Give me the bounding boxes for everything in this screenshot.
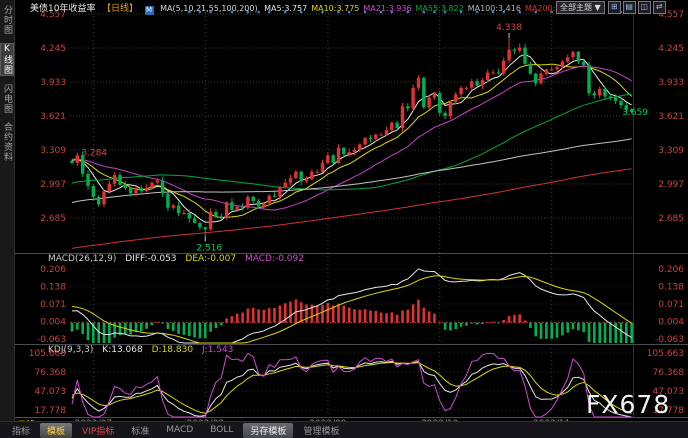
svg-text:3.309: 3.309 — [40, 146, 66, 156]
kdj-panel — [72, 353, 632, 417]
charting-app-window: 4.5574.5574.2454.2453.9333.9333.6213.621… — [0, 0, 688, 438]
tab-管理模板[interactable]: 管理模板 — [296, 423, 346, 438]
candlesticks — [70, 38, 633, 237]
kdj-j: J:1.543 — [202, 345, 233, 355]
macd-dea: DEA:-0.007 — [185, 254, 236, 264]
svg-text:3.621: 3.621 — [658, 112, 684, 122]
ma-group-label: MA(5,10,21,55,100,200) — [160, 4, 258, 13]
split-grid-icon[interactable]: ⊞ — [608, 1, 621, 14]
svg-text:3.933: 3.933 — [40, 78, 66, 88]
ma-value: MA21:3.936 — [363, 4, 411, 13]
macd-panel — [71, 269, 633, 343]
svg-text:2.997: 2.997 — [40, 180, 66, 190]
svg-text:0.138: 0.138 — [40, 283, 66, 293]
chart-type-sidebar: 分时图 K线图闪电图合约资料 — [0, 0, 15, 422]
sidebar-item-K线图[interactable]: K线图 — [0, 43, 14, 76]
sidebar-item-闪电图[interactable]: 闪电图 — [1, 84, 13, 114]
kdj-d: D:18.830 — [152, 345, 193, 355]
indicator-tab-bar: 指标模板VIP指标标准MACDBOLL另存模板管理模板 — [0, 421, 688, 438]
header-controls: 全部主题 ▼ ⊞▤◫⇄ — [556, 1, 666, 14]
tab-指标[interactable]: 指标 — [5, 423, 37, 438]
ma-value: MA100:3.416 — [468, 4, 521, 13]
svg-text:0.206: 0.206 — [658, 265, 684, 275]
kdj-name: KDJ(9,3,3) — [48, 345, 93, 355]
svg-text:2.516: 2.516 — [196, 243, 222, 253]
tab-另存模板[interactable]: 另存模板 — [243, 423, 293, 438]
svg-text:2.685: 2.685 — [658, 214, 684, 224]
macd-diff: DIFF:-0.053 — [125, 254, 176, 264]
svg-text:3.621: 3.621 — [40, 112, 66, 122]
svg-text:-0.063: -0.063 — [655, 335, 684, 345]
chart-tool-buttons: ⊞▤◫⇄ — [608, 1, 666, 14]
svg-text:105.663: 105.663 — [647, 349, 684, 359]
svg-text:3.933: 3.933 — [658, 78, 684, 88]
chart-canvas[interactable]: 4.5574.5574.2454.2453.9333.9333.6213.621… — [0, 0, 688, 438]
svg-text:-0.063: -0.063 — [37, 335, 66, 345]
theme-dropdown-button[interactable]: 全部主题 ▼ — [556, 1, 605, 14]
sidebar-item-分时图[interactable]: 分时图 — [1, 5, 13, 35]
svg-text:0.004: 0.004 — [40, 318, 66, 328]
ma-lines — [72, 54, 632, 248]
kdj-k: K:13.068 — [102, 345, 142, 355]
svg-text:76.368: 76.368 — [653, 368, 685, 378]
tab-模板[interactable]: 模板 — [40, 423, 72, 438]
ma-value: MA55:3.822 — [416, 4, 464, 13]
svg-text:2.685: 2.685 — [40, 214, 66, 224]
macd-name: MACD(26,12,9) — [48, 254, 116, 264]
transfer-icon[interactable]: ⇄ — [653, 1, 666, 14]
svg-text:17.778: 17.778 — [35, 406, 67, 416]
ma-values: MA5:3.757 MA10:3.775 MA21:3.936 MA55:3.822 M… — [264, 4, 582, 13]
svg-text:3.659: 3.659 — [622, 108, 648, 118]
svg-text:4.245: 4.245 — [40, 44, 66, 54]
svg-text:0.004: 0.004 — [658, 318, 684, 328]
svg-text:3.284: 3.284 — [81, 149, 107, 159]
svg-text:0.071: 0.071 — [40, 300, 66, 310]
column-chart-icon[interactable]: ◫ — [638, 1, 651, 14]
tab-BOLL[interactable]: BOLL — [203, 424, 240, 436]
svg-text:2.997: 2.997 — [658, 180, 684, 190]
sidebar-item-合约资料[interactable]: 合约资料 — [1, 122, 13, 162]
symbol-title: 美债10年收益率 — [30, 4, 95, 14]
tab-MACD[interactable]: MACD — [159, 424, 200, 436]
grid-and-axes: 4.5574.5574.2454.2453.9333.9333.6213.621… — [14, 10, 688, 418]
watermark: FX678 — [586, 390, 670, 419]
svg-text:4.245: 4.245 — [658, 44, 684, 54]
kdj-panel-header: KDJ(9,3,3) K:13.068 D:18.830 J:1.543 — [48, 345, 239, 355]
svg-text:47.073: 47.073 — [35, 387, 67, 397]
chart-header: 美债10年收益率 【日线】 M MA(5,10,21,55,100,200) M… — [30, 1, 586, 15]
svg-text:0.206: 0.206 — [40, 265, 66, 275]
ma-value: MA10:3.775 — [311, 4, 359, 13]
ma-value: MA5:3.757 — [264, 4, 307, 13]
tab-VIP指标[interactable]: VIP指标 — [75, 423, 121, 438]
macd-macd: MACD:-0.092 — [245, 254, 304, 264]
ma-settings-icon[interactable]: M — [145, 6, 154, 15]
period-tag: 【日线】 — [102, 4, 138, 14]
svg-text:4.338: 4.338 — [496, 23, 522, 33]
svg-text:3.309: 3.309 — [658, 146, 684, 156]
tab-标准[interactable]: 标准 — [124, 423, 156, 438]
svg-text:0.071: 0.071 — [658, 300, 684, 310]
svg-text:0.138: 0.138 — [658, 283, 684, 293]
svg-text:76.368: 76.368 — [35, 368, 67, 378]
macd-panel-header: MACD(26,12,9) DIFF:-0.053 DEA:-0.007 MAC… — [48, 254, 310, 264]
bar-chart-icon[interactable]: ▤ — [623, 1, 636, 14]
